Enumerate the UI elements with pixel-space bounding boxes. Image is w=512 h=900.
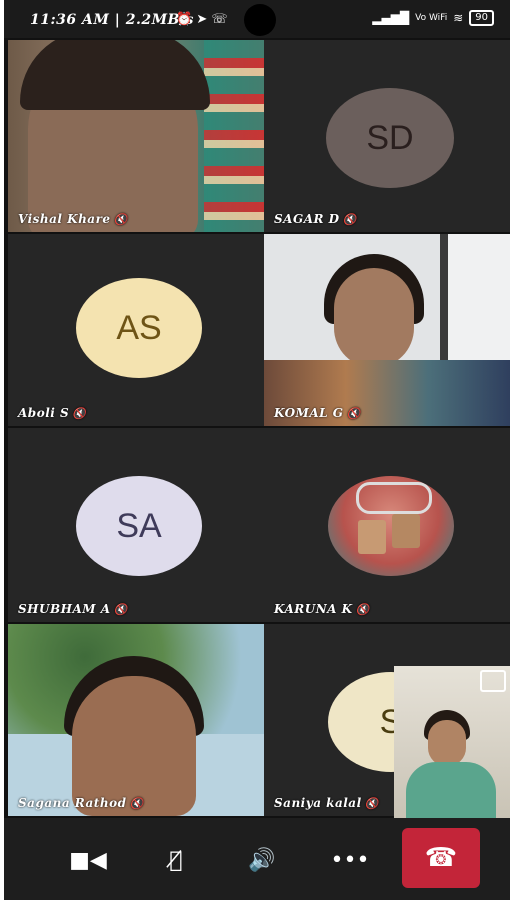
more-button[interactable]: ••• — [328, 838, 372, 882]
participant-video-person — [72, 676, 196, 816]
participant-name: KOMAL G 🔇 — [274, 406, 361, 420]
avatar-initials: SD — [366, 118, 414, 157]
participant-name-text: Sagana Rathod — [18, 796, 127, 810]
participant-name-text: Saniya kalal — [274, 796, 362, 810]
battery-icon: 90 — [469, 10, 494, 26]
participant-tile[interactable]: KARUNA K 🔇 — [264, 428, 510, 622]
participant-tile[interactable]: Vishal Khare 🔇 — [8, 40, 264, 232]
participant-name: SHUBHAM A 🔇 — [18, 602, 128, 616]
leave-call-button[interactable]: ☎ — [402, 828, 480, 888]
front-camera-cutout — [244, 4, 276, 36]
more-icon: ••• — [330, 847, 370, 873]
signal-icon: ▂▄▆█ — [372, 11, 410, 25]
status-icons: ⏰ ➤ ☏ — [176, 12, 228, 27]
participant-tile[interactable]: SD SAGAR D 🔇 — [264, 40, 510, 232]
mic-off-icon: 🔇 — [364, 797, 379, 810]
participant-name: Vishal Khare 🔇 — [18, 212, 128, 226]
participant-tile[interactable]: KOMAL G 🔇 — [264, 234, 510, 426]
avatar: SA — [76, 476, 202, 576]
participant-name: SAGAR D 🔇 — [274, 212, 357, 226]
mic-off-icon: 🔇 — [129, 797, 144, 810]
mic-button[interactable]: 🎙̸ — [154, 838, 198, 882]
participant-tile[interactable]: SA SHUBHAM A 🔇 — [8, 428, 264, 622]
participant-name: Saniya kalal 🔇 — [274, 796, 379, 810]
camera-button[interactable]: ■◀ — [66, 838, 110, 882]
participant-tile[interactable]: AS Aboli S 🔇 — [8, 234, 264, 426]
status-bar: 11:36 AM | 2.2MB/s ⏰ ➤ ☏ ▂▄▆█ Vo WiFi ≋ … — [4, 0, 510, 38]
avatar: SD — [326, 88, 454, 188]
keychain-figure-left — [358, 520, 386, 554]
switch-camera-icon[interactable] — [480, 670, 506, 692]
end-call-icon: ☎ — [424, 843, 458, 873]
mic-off-icon: 🔇 — [342, 213, 357, 226]
participant-video-person — [334, 268, 414, 368]
shelf-background — [204, 40, 264, 232]
avatar-initials: SA — [116, 506, 162, 545]
camera-icon: ■◀ — [69, 847, 107, 873]
status-time: 11:36 AM | 2.2MB/s — [30, 12, 194, 28]
participant-name-text: Aboli S — [18, 406, 70, 420]
participant-name: Aboli S 🔇 — [18, 406, 86, 420]
participant-tile[interactable]: Sagana Rathod 🔇 — [8, 624, 264, 816]
mic-off-icon: 🔇 — [346, 407, 361, 420]
avatar-initials: AS — [116, 308, 162, 347]
keyring — [356, 482, 432, 514]
mic-off-icon: 🔇 — [113, 603, 128, 616]
mic-off-icon: 🎙̸ — [169, 847, 183, 873]
call-controls: ■◀ 🎙̸ 🔊 ••• ☎ — [4, 818, 510, 900]
participant-name-text: Vishal Khare — [18, 212, 111, 226]
self-view-clothing — [406, 762, 496, 818]
speaker-icon: 🔊 — [248, 847, 276, 873]
mic-off-icon: 🔇 — [113, 213, 128, 226]
avatar: AS — [76, 278, 202, 378]
keychain-figure-right — [392, 514, 420, 548]
participant-name: Sagana Rathod 🔇 — [18, 796, 144, 810]
participant-hair — [20, 40, 210, 110]
meeting-screen: 11:36 AM | 2.2MB/s ⏰ ➤ ☏ ▂▄▆█ Vo WiFi ≋ … — [4, 0, 510, 900]
participant-name-text: KOMAL G — [274, 406, 344, 420]
mic-off-icon: 🔇 — [72, 407, 87, 420]
wifi-icon: ≋ — [453, 11, 464, 25]
profile-image — [328, 476, 454, 576]
self-view-person — [428, 720, 466, 766]
mic-off-icon: 🔇 — [355, 603, 370, 616]
speaker-button[interactable]: 🔊 — [240, 838, 284, 882]
network-label: Vo WiFi — [415, 13, 448, 23]
status-right: ▂▄▆█ Vo WiFi ≋ 90 — [372, 10, 494, 26]
participant-name: KARUNA K 🔇 — [274, 602, 370, 616]
participant-name-text: KARUNA K — [274, 602, 353, 616]
participant-name-text: SAGAR D — [274, 212, 340, 226]
self-view[interactable] — [394, 666, 510, 818]
participant-name-text: SHUBHAM A — [18, 602, 111, 616]
